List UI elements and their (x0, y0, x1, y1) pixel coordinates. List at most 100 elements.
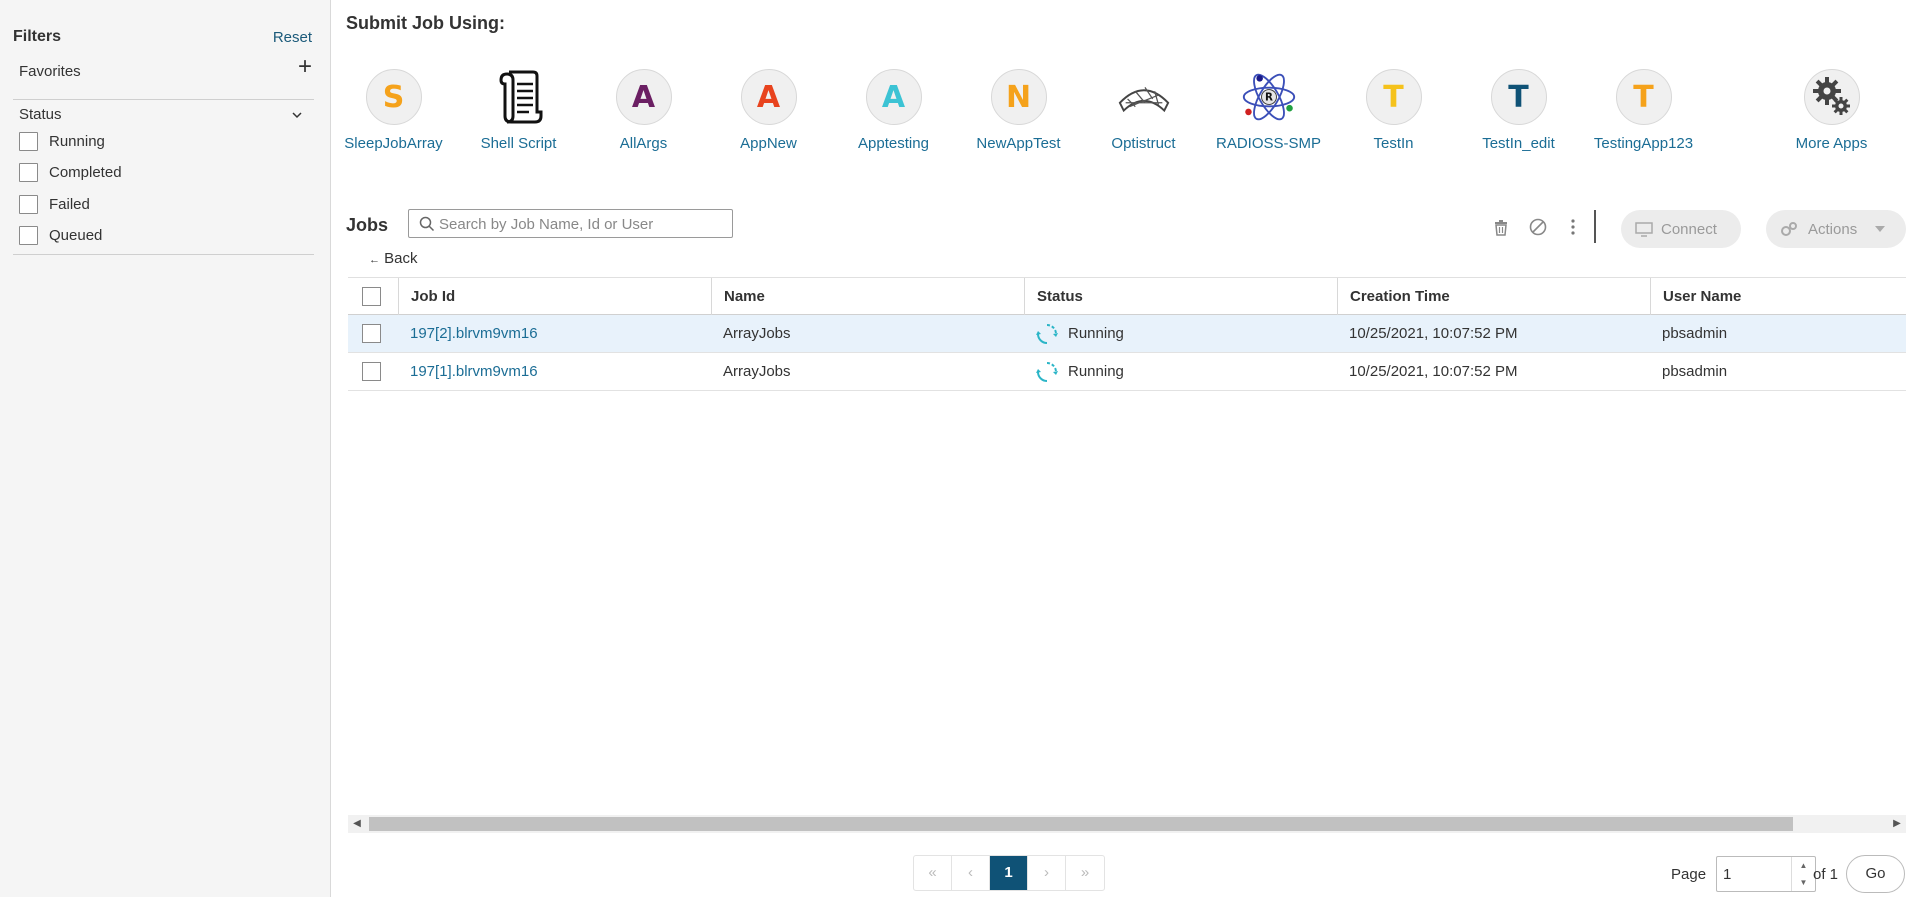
app-label: NewAppTest (976, 135, 1061, 152)
status-filter-section: Status Running Completed Failed Queued (13, 100, 314, 255)
increment-icon[interactable]: ▲ (1792, 857, 1815, 874)
scrollbar-thumb[interactable] (369, 817, 1793, 831)
scroll-left-arrow-icon[interactable]: ◀ (348, 815, 366, 833)
next-page-button[interactable]: › (1028, 856, 1066, 890)
app-allargs[interactable]: A AllArgs (581, 66, 706, 152)
job-status-label: Running (1068, 363, 1124, 380)
scroll-icon (491, 69, 547, 125)
column-header-user-name[interactable]: User Name (1650, 278, 1906, 315)
job-status: Running (1024, 353, 1124, 390)
job-search-input[interactable] (439, 213, 724, 235)
running-spinner-icon (1036, 361, 1058, 382)
table-row[interactable]: 197[2].blrvm9vm16 ArrayJobs Running 10/2… (348, 315, 1906, 353)
stepper[interactable]: ▲ ▼ (1791, 857, 1815, 891)
app-label: TestIn_edit (1482, 135, 1555, 152)
column-header-status[interactable]: Status (1024, 278, 1337, 315)
checkbox[interactable] (19, 162, 38, 182)
job-user: pbsadmin (1662, 363, 1728, 380)
monitor-icon (1635, 222, 1653, 237)
jobs-title: Jobs (346, 215, 389, 235)
first-page-button[interactable]: « (914, 856, 952, 890)
app-apptesting[interactable]: A Apptesting (831, 66, 956, 152)
go-button[interactable]: Go (1846, 855, 1905, 893)
app-letter-icon: T (1615, 69, 1672, 125)
app-testin[interactable]: T TestIn (1331, 66, 1456, 152)
app-optistruct[interactable]: Optistruct (1081, 66, 1206, 152)
settings-icon (1781, 222, 1797, 236)
checkbox[interactable] (19, 131, 38, 151)
page-total-label: of 1 (1813, 866, 1839, 883)
favorites-row[interactable]: Favorites + (13, 55, 314, 100)
decrement-icon[interactable]: ▼ (1792, 874, 1815, 891)
app-label: RADIOSS-SMP (1215, 135, 1321, 152)
app-radioss-smp[interactable]: R RADIOSS-SMP (1206, 66, 1331, 152)
app-label: SleepJobArray (344, 135, 443, 152)
app-testingapp123[interactable]: T TestingApp123 (1581, 66, 1706, 152)
page-1-button[interactable]: 1 (990, 856, 1028, 890)
jobs-table: Job Id Name Status Creation Time User Na… (348, 277, 1906, 391)
reset-filters-link[interactable]: Reset (273, 29, 312, 46)
actions-dropdown[interactable]: Actions (1766, 210, 1906, 248)
gears-icon (1803, 69, 1860, 125)
checkbox-label: Queued (49, 226, 103, 244)
back-label: Back (384, 250, 418, 267)
checkbox[interactable] (19, 225, 38, 245)
connect-button[interactable]: Connect (1621, 210, 1741, 248)
add-favorite-icon[interactable]: + (298, 55, 312, 79)
job-id-link[interactable]: 197[1].blrvm9vm16 (398, 353, 538, 390)
status-filter-running[interactable]: Running (19, 130, 105, 152)
atom-icon: R (1241, 69, 1297, 125)
table-header: Job Id Name Status Creation Time User Na… (348, 277, 1906, 315)
chevron-down-icon[interactable] (290, 108, 304, 122)
checkbox-label: Running (49, 132, 105, 150)
actions-label: Actions (1808, 220, 1858, 238)
last-page-button[interactable]: » (1066, 856, 1104, 890)
app-testin-edit[interactable]: T TestIn_edit (1456, 66, 1581, 152)
column-header-job-id[interactable]: Job Id (398, 278, 711, 315)
job-id-link[interactable]: 197[2].blrvm9vm16 (398, 315, 538, 352)
scroll-right-arrow-icon[interactable]: ▶ (1888, 815, 1906, 833)
app-letter-icon: A (615, 69, 672, 125)
search-icon (419, 216, 435, 232)
pagination: « ‹ 1 › » (913, 855, 1105, 891)
page-number-input[interactable] (1723, 864, 1778, 884)
filters-sidebar: Filters Reset Favorites + Status Running… (0, 0, 331, 897)
more-options-icon[interactable] (1563, 217, 1583, 237)
more-apps-button[interactable]: More Apps (1769, 66, 1894, 152)
column-header-name[interactable]: Name (711, 278, 1024, 315)
app-label: AppNew (740, 135, 797, 152)
trash-icon[interactable] (1491, 217, 1511, 237)
back-link[interactable]: ← Back (369, 250, 418, 267)
row-checkbox[interactable] (362, 362, 381, 381)
app-letter-icon: T (1365, 69, 1422, 125)
checkbox-label: Completed (49, 163, 122, 181)
row-checkbox[interactable] (362, 324, 381, 343)
app-label: TestingApp123 (1593, 135, 1694, 152)
app-shell-script[interactable]: Shell Script (456, 66, 581, 152)
main-content: Submit Job Using: S SleepJobArray Shell … (331, 0, 1916, 897)
filters-title: Filters (13, 28, 62, 45)
checkbox[interactable] (19, 194, 38, 214)
running-spinner-icon (1036, 323, 1058, 344)
status-filter-completed[interactable]: Completed (19, 161, 122, 183)
table-row[interactable]: 197[1].blrvm9vm16 ArrayJobs Running 10/2… (348, 353, 1906, 391)
app-newapptest[interactable]: N NewAppTest (956, 66, 1081, 152)
select-all-checkbox[interactable] (362, 287, 381, 306)
app-letter-icon: T (1490, 69, 1547, 125)
app-launcher: S SleepJobArray Shell Script A AllArgs A… (344, 66, 1906, 166)
horizontal-scrollbar[interactable]: ◀ ▶ (348, 815, 1906, 833)
status-filter-failed[interactable]: Failed (19, 193, 90, 215)
app-sleepjobarray[interactable]: S SleepJobArray (331, 66, 456, 152)
column-header-creation-time[interactable]: Creation Time (1337, 278, 1650, 315)
status-filter-queued[interactable]: Queued (19, 224, 102, 246)
job-search-box[interactable] (408, 209, 733, 238)
app-label: AllArgs (619, 135, 668, 152)
job-creation-time: 10/25/2021, 10:07:52 PM (1349, 363, 1518, 380)
caret-down-icon (1875, 226, 1886, 232)
cancel-icon[interactable] (1528, 217, 1548, 237)
app-appnew[interactable]: A AppNew (706, 66, 831, 152)
app-letter-icon: A (740, 69, 797, 125)
page-number-stepper[interactable]: ▲ ▼ (1716, 856, 1816, 892)
app-label: More Apps (1795, 135, 1868, 152)
prev-page-button[interactable]: ‹ (952, 856, 990, 890)
